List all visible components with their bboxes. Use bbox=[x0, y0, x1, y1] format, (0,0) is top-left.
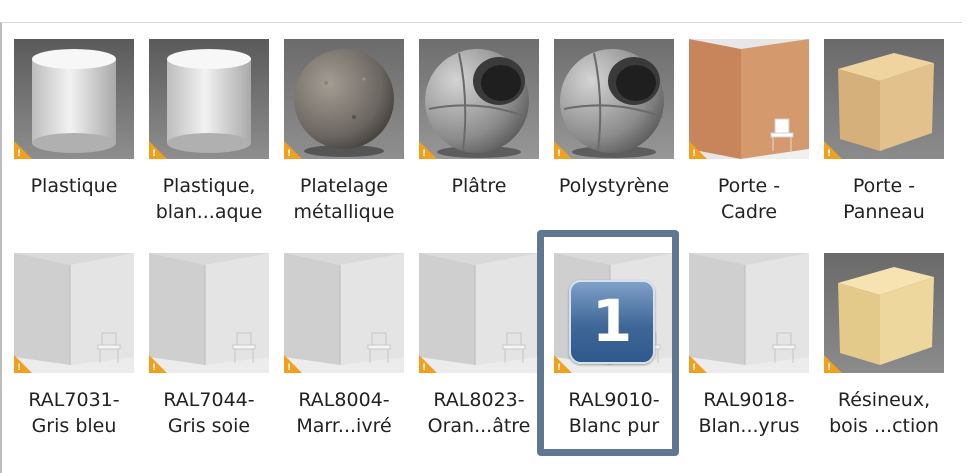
material-label: Plâtre bbox=[451, 175, 507, 197]
material-thumbnail: ! bbox=[689, 39, 809, 159]
material-thumbnail: ! bbox=[689, 253, 809, 373]
material-tile[interactable]: ! Plâtre bbox=[419, 39, 539, 239]
material-label: Plastique bbox=[30, 175, 118, 197]
material-tile[interactable]: ! Platelage métallique bbox=[284, 39, 404, 239]
warning-mark: ! bbox=[692, 363, 697, 373]
material-tile[interactable]: ! RAL8023- Oran...âtre bbox=[419, 253, 539, 453]
material-label: Porte - Panneau bbox=[843, 175, 925, 223]
material-browser-panel: ! Plastique ! Plastique, blan...aque ! Plat… bbox=[0, 22, 962, 473]
material-tile[interactable]: ! RAL7031- Gris bleu bbox=[14, 253, 134, 453]
material-thumbnail: ! bbox=[824, 39, 944, 159]
material-thumbnail: ! bbox=[284, 253, 404, 373]
material-label: RAL7031- Gris bleu bbox=[28, 389, 120, 437]
material-tile[interactable]: ! Plastique bbox=[14, 39, 134, 239]
material-grid: ! Plastique ! Plastique, blan...aque ! Plat… bbox=[2, 23, 962, 473]
warning-mark: ! bbox=[287, 363, 292, 373]
material-label: RAL8023- Oran...âtre bbox=[427, 389, 531, 437]
warning-mark: ! bbox=[692, 149, 697, 159]
material-thumbnail: ! bbox=[554, 39, 674, 159]
warning-mark: ! bbox=[827, 149, 832, 159]
warning-mark: ! bbox=[17, 363, 22, 373]
material-label: RAL8004- Marr...ivré bbox=[296, 389, 392, 437]
material-thumbnail: ! bbox=[149, 39, 269, 159]
warning-mark: ! bbox=[422, 363, 427, 373]
material-tile[interactable]: ! RAL8004- Marr...ivré bbox=[284, 253, 404, 453]
warning-mark: ! bbox=[152, 149, 157, 159]
material-thumbnail: ! bbox=[824, 253, 944, 373]
material-label: Plastique, blan...aque bbox=[155, 175, 263, 223]
warning-mark: ! bbox=[17, 149, 22, 159]
material-tile[interactable]: ! Polystyrène bbox=[554, 39, 674, 239]
material-tile[interactable]: ! Porte - Panneau bbox=[824, 39, 944, 239]
warning-mark: ! bbox=[827, 363, 832, 373]
material-thumbnail: ! bbox=[14, 39, 134, 159]
material-thumbnail: ! bbox=[284, 39, 404, 159]
material-tile[interactable]: ! Résineux, bois ...ction bbox=[824, 253, 944, 453]
material-label: Porte - Cadre bbox=[717, 175, 781, 223]
step-number-badge: 1 bbox=[569, 280, 655, 364]
material-label: RAL9018- Blan...yrus bbox=[698, 389, 800, 437]
material-thumbnail: ! bbox=[419, 253, 539, 373]
warning-mark: ! bbox=[422, 149, 427, 159]
material-label: RAL9010- Blanc pur bbox=[568, 389, 660, 437]
material-tile[interactable]: ! RAL7044- Gris soie bbox=[149, 253, 269, 453]
material-label: Polystyrène bbox=[558, 175, 670, 197]
material-thumbnail: ! bbox=[14, 253, 134, 373]
material-thumbnail: ! bbox=[419, 39, 539, 159]
material-tile[interactable]: ! Plastique, blan...aque bbox=[149, 39, 269, 239]
material-thumbnail: ! bbox=[149, 253, 269, 373]
warning-mark: ! bbox=[287, 149, 292, 159]
material-label: RAL7044- Gris soie bbox=[163, 389, 255, 437]
material-label: Résineux, bois ...ction bbox=[829, 389, 939, 437]
material-label: Platelage métallique bbox=[293, 175, 395, 223]
warning-mark: ! bbox=[152, 363, 157, 373]
material-tile[interactable]: ! RAL9018- Blan...yrus bbox=[689, 253, 809, 453]
warning-mark: ! bbox=[557, 149, 562, 159]
warning-mark: ! bbox=[557, 363, 562, 373]
material-tile[interactable]: ! Porte - Cadre bbox=[689, 39, 809, 239]
